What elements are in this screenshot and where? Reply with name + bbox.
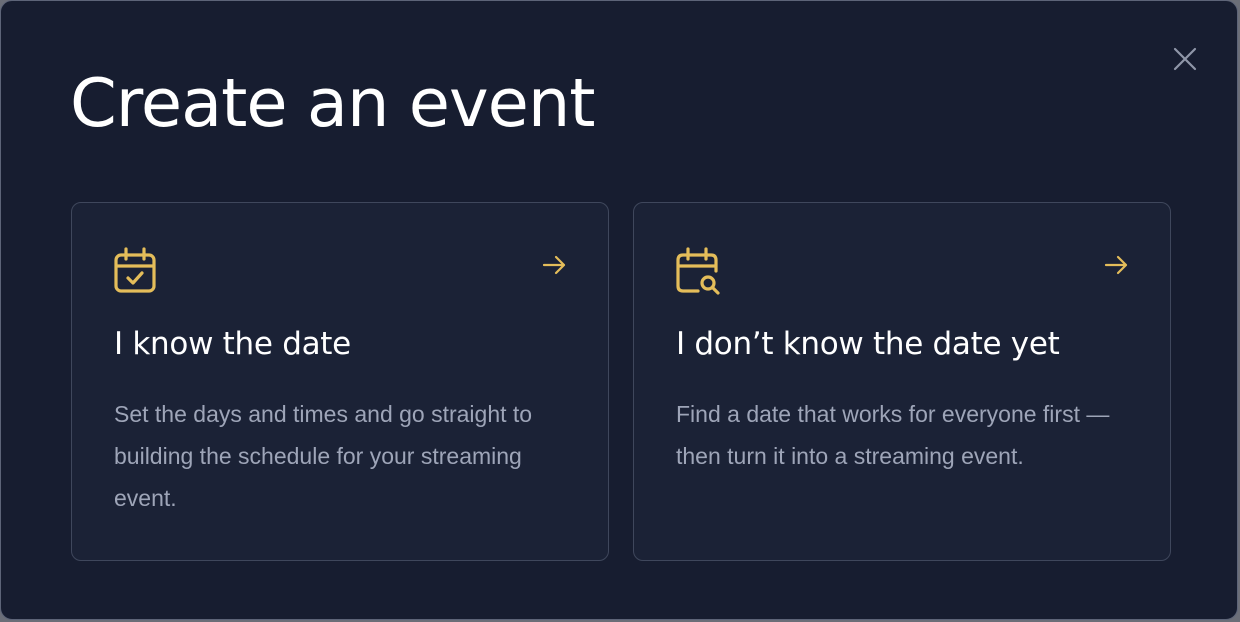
arrow-right-icon bbox=[1104, 255, 1128, 275]
create-event-dialog: Create an event I know the date Set the … bbox=[0, 0, 1238, 620]
option-description: Find a date that works for everyone firs… bbox=[676, 401, 1110, 469]
option-title: I know the date bbox=[114, 326, 351, 362]
option-description: Set the days and times and go straight t… bbox=[114, 401, 533, 511]
dialog-title: Create an event bbox=[70, 64, 596, 142]
close-button[interactable] bbox=[1167, 41, 1203, 77]
calendar-check-icon bbox=[114, 247, 156, 293]
option-title: I don’t know the date yet bbox=[676, 326, 1060, 362]
option-card-known-date[interactable]: I know the date Set the days and times a… bbox=[71, 202, 609, 561]
arrow-right-icon bbox=[542, 255, 566, 275]
close-icon bbox=[1173, 47, 1197, 71]
calendar-search-icon bbox=[676, 247, 720, 295]
option-card-unknown-date[interactable]: I don’t know the date yet Find a date th… bbox=[633, 202, 1171, 561]
